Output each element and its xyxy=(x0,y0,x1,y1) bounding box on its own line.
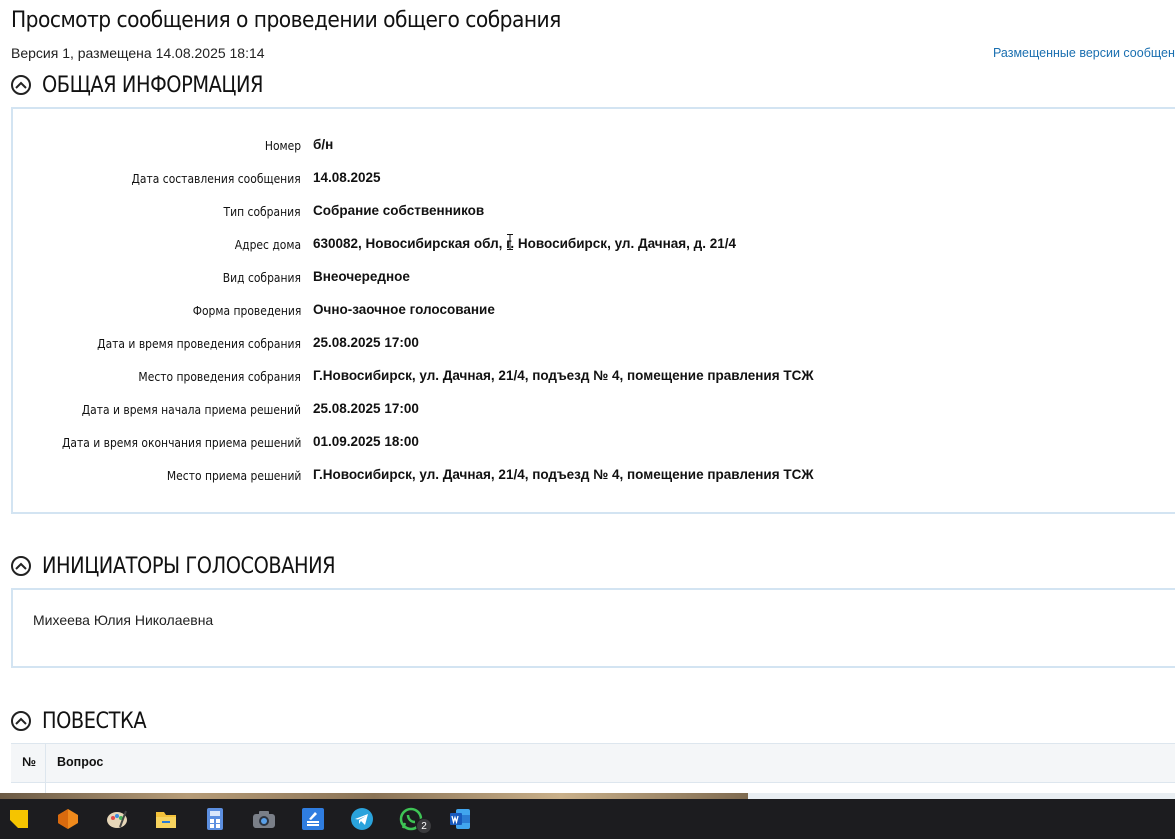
version-info: Версия 1, размещена 14.08.2025 18:14 xyxy=(11,45,265,61)
info-label: Место приема решений xyxy=(166,468,301,483)
info-label: Вид собрания xyxy=(222,270,301,285)
info-value: Г.Новосибирск, ул. Дачная, 21/4, подъезд… xyxy=(313,467,814,482)
text-cursor-icon xyxy=(507,234,513,250)
collapse-toggle-general[interactable] xyxy=(11,75,31,95)
page-title: Просмотр сообщения о проведении общего с… xyxy=(11,7,561,33)
info-row-decisions-start: Дата и время начала приема решений 25.08… xyxy=(13,400,1173,420)
info-row-number: Номер б/н xyxy=(13,136,1173,156)
notification-badge: 2 xyxy=(416,818,432,834)
info-label: Номер xyxy=(264,138,301,153)
section-agenda-header: ПОВЕСТКА xyxy=(11,707,160,735)
info-row-meeting-place: Место проведения собрания Г.Новосибирск,… xyxy=(13,367,1173,387)
app-orange-icon[interactable] xyxy=(55,806,81,832)
info-value: б/н xyxy=(313,137,334,152)
collapse-toggle-agenda[interactable] xyxy=(11,711,31,731)
info-value: Собрание собственников xyxy=(313,203,485,218)
info-row-form: Форма проведения Очно-заочное голосовани… xyxy=(13,301,1173,321)
info-row-date-created: Дата составления сообщения 14.08.2025 xyxy=(13,169,1173,189)
info-value: Г.Новосибирск, ул. Дачная, 21/4, подъезд… xyxy=(313,368,814,383)
info-row-decisions-place: Место приема решений Г.Новосибирск, ул. … xyxy=(13,466,1173,486)
info-label: Тип собрания xyxy=(223,204,301,219)
info-label: Дата и время начала приема решений xyxy=(81,402,301,417)
info-label: Дата составления сообщения xyxy=(131,171,301,186)
info-row-decisions-end: Дата и время окончания приема решений 01… xyxy=(13,433,1173,453)
paint-icon[interactable] xyxy=(104,806,130,832)
section-initiators-title: ИНИЦИАТОРЫ ГОЛОСОВАНИЯ xyxy=(42,553,336,579)
info-label: Адрес дома xyxy=(234,237,301,252)
section-general-header: ОБЩАЯ ИНФОРМАЦИЯ xyxy=(11,71,293,99)
info-value: Очно-заочное голосование xyxy=(313,302,495,317)
info-row-meeting-datetime: Дата и время проведения собрания 25.08.2… xyxy=(13,334,1173,354)
info-value: 14.08.2025 xyxy=(313,170,381,185)
info-label: Дата и время окончания приема решений xyxy=(61,435,301,450)
section-initiators-header: ИНИЦИАТОРЫ ГОЛОСОВАНИЯ xyxy=(11,552,375,580)
collapse-toggle-initiators[interactable] xyxy=(11,556,31,576)
column-header-question: Вопрос xyxy=(57,755,104,769)
file-explorer-icon[interactable] xyxy=(153,806,179,832)
versions-link[interactable]: Размещенные версии сообщения xyxy=(993,46,1175,60)
info-label: Дата и время проведения собрания xyxy=(97,336,301,351)
info-value: Внеочередное xyxy=(313,269,410,284)
initiator-name: Михеева Юлия Николаевна xyxy=(33,612,214,628)
info-value: 630082, Новосибирская обл, г. Новосибирс… xyxy=(313,236,736,251)
info-row-address: Адрес дома 630082, Новосибирская обл, г.… xyxy=(13,235,1173,255)
scanner-icon[interactable] xyxy=(300,806,326,832)
info-row-meeting-type: Тип собрания Собрание собственников xyxy=(13,202,1173,222)
chevron-up-icon xyxy=(15,81,27,89)
info-label: Место проведения собрания xyxy=(138,369,301,384)
section-general-title: ОБЩАЯ ИНФОРМАЦИЯ xyxy=(42,72,264,98)
chevron-up-icon xyxy=(15,562,27,570)
chevron-up-icon xyxy=(15,717,27,725)
info-value: 01.09.2025 18:00 xyxy=(313,434,419,449)
general-info-panel: Номер б/н Дата составления сообщения 14.… xyxy=(11,107,1175,514)
info-row-meeting-kind: Вид собрания Внеочередное xyxy=(13,268,1173,288)
sticky-notes-icon[interactable] xyxy=(6,806,32,832)
section-agenda-title: ПОВЕСТКА xyxy=(42,708,147,734)
info-value: 25.08.2025 17:00 xyxy=(313,335,419,350)
info-label: Форма проведения xyxy=(192,303,301,318)
camera-icon[interactable] xyxy=(251,806,277,832)
initiators-panel: Михеева Юлия Николаевна xyxy=(11,588,1175,668)
telegram-icon[interactable] xyxy=(349,806,375,832)
info-value: 25.08.2025 17:00 xyxy=(313,401,419,416)
column-header-number: № xyxy=(22,755,36,769)
calculator-icon[interactable] xyxy=(202,806,228,832)
word-icon[interactable] xyxy=(447,806,473,832)
agenda-table-header: № Вопрос xyxy=(11,744,1175,783)
